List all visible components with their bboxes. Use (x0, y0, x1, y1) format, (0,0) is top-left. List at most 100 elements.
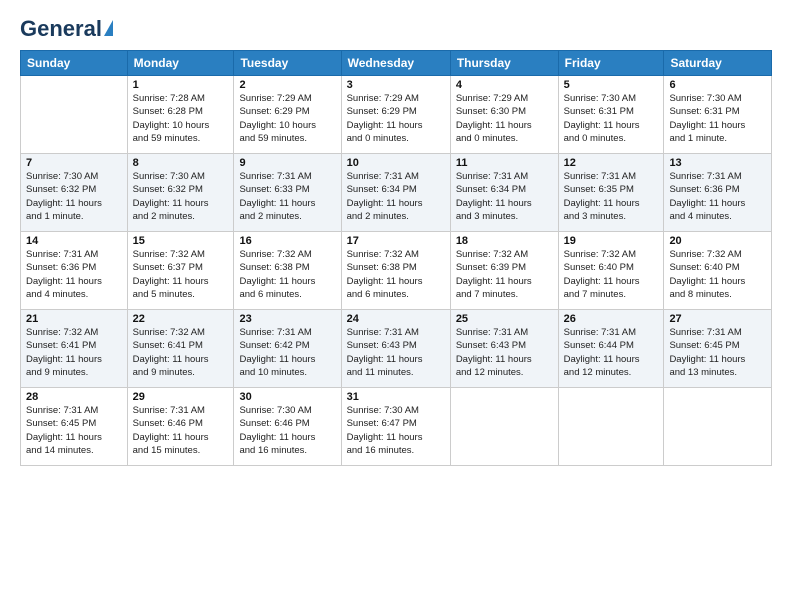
calendar-cell: 31Sunrise: 7:30 AM Sunset: 6:47 PM Dayli… (341, 388, 450, 466)
day-info: Sunrise: 7:31 AM Sunset: 6:36 PM Dayligh… (669, 170, 766, 223)
day-info: Sunrise: 7:31 AM Sunset: 6:45 PM Dayligh… (669, 326, 766, 379)
day-info: Sunrise: 7:31 AM Sunset: 6:43 PM Dayligh… (456, 326, 553, 379)
calendar-cell: 21Sunrise: 7:32 AM Sunset: 6:41 PM Dayli… (21, 310, 128, 388)
calendar-cell: 28Sunrise: 7:31 AM Sunset: 6:45 PM Dayli… (21, 388, 128, 466)
calendar-cell: 17Sunrise: 7:32 AM Sunset: 6:38 PM Dayli… (341, 232, 450, 310)
day-number: 15 (133, 235, 229, 247)
day-info: Sunrise: 7:30 AM Sunset: 6:47 PM Dayligh… (347, 404, 445, 457)
day-number: 16 (239, 235, 335, 247)
calendar-day-header: Wednesday (341, 51, 450, 76)
day-number: 21 (26, 313, 122, 325)
day-number: 17 (347, 235, 445, 247)
day-info: Sunrise: 7:31 AM Sunset: 6:42 PM Dayligh… (239, 326, 335, 379)
day-number: 1 (133, 79, 229, 91)
day-number: 12 (564, 157, 659, 169)
day-number: 13 (669, 157, 766, 169)
calendar-day-header: Friday (558, 51, 664, 76)
day-number: 6 (669, 79, 766, 91)
day-number: 5 (564, 79, 659, 91)
calendar-day-header: Sunday (21, 51, 128, 76)
calendar-cell: 2Sunrise: 7:29 AM Sunset: 6:29 PM Daylig… (234, 76, 341, 154)
logo-triangle-icon (104, 20, 113, 36)
day-number: 22 (133, 313, 229, 325)
day-number: 9 (239, 157, 335, 169)
calendar-cell: 24Sunrise: 7:31 AM Sunset: 6:43 PM Dayli… (341, 310, 450, 388)
calendar-week-row: 7Sunrise: 7:30 AM Sunset: 6:32 PM Daylig… (21, 154, 772, 232)
day-info: Sunrise: 7:32 AM Sunset: 6:40 PM Dayligh… (669, 248, 766, 301)
page: General SundayMondayTuesdayWednesdayThur… (0, 0, 792, 612)
day-info: Sunrise: 7:29 AM Sunset: 6:29 PM Dayligh… (347, 92, 445, 145)
day-number: 24 (347, 313, 445, 325)
calendar-cell: 15Sunrise: 7:32 AM Sunset: 6:37 PM Dayli… (127, 232, 234, 310)
calendar-cell: 5Sunrise: 7:30 AM Sunset: 6:31 PM Daylig… (558, 76, 664, 154)
day-number: 26 (564, 313, 659, 325)
day-number: 20 (669, 235, 766, 247)
calendar-cell: 20Sunrise: 7:32 AM Sunset: 6:40 PM Dayli… (664, 232, 772, 310)
calendar-cell: 18Sunrise: 7:32 AM Sunset: 6:39 PM Dayli… (450, 232, 558, 310)
calendar-header-row: SundayMondayTuesdayWednesdayThursdayFrid… (21, 51, 772, 76)
calendar-cell: 22Sunrise: 7:32 AM Sunset: 6:41 PM Dayli… (127, 310, 234, 388)
day-number: 31 (347, 391, 445, 403)
day-info: Sunrise: 7:31 AM Sunset: 6:44 PM Dayligh… (564, 326, 659, 379)
day-info: Sunrise: 7:29 AM Sunset: 6:29 PM Dayligh… (239, 92, 335, 145)
calendar-cell: 3Sunrise: 7:29 AM Sunset: 6:29 PM Daylig… (341, 76, 450, 154)
calendar-day-header: Monday (127, 51, 234, 76)
day-number: 25 (456, 313, 553, 325)
day-info: Sunrise: 7:32 AM Sunset: 6:41 PM Dayligh… (26, 326, 122, 379)
calendar-cell: 30Sunrise: 7:30 AM Sunset: 6:46 PM Dayli… (234, 388, 341, 466)
day-number: 27 (669, 313, 766, 325)
day-info: Sunrise: 7:30 AM Sunset: 6:32 PM Dayligh… (133, 170, 229, 223)
calendar-cell: 16Sunrise: 7:32 AM Sunset: 6:38 PM Dayli… (234, 232, 341, 310)
day-info: Sunrise: 7:32 AM Sunset: 6:38 PM Dayligh… (347, 248, 445, 301)
day-number: 11 (456, 157, 553, 169)
day-number: 8 (133, 157, 229, 169)
day-number: 18 (456, 235, 553, 247)
calendar-cell: 19Sunrise: 7:32 AM Sunset: 6:40 PM Dayli… (558, 232, 664, 310)
calendar-cell: 4Sunrise: 7:29 AM Sunset: 6:30 PM Daylig… (450, 76, 558, 154)
calendar-cell: 29Sunrise: 7:31 AM Sunset: 6:46 PM Dayli… (127, 388, 234, 466)
calendar-week-row: 1Sunrise: 7:28 AM Sunset: 6:28 PM Daylig… (21, 76, 772, 154)
calendar-week-row: 28Sunrise: 7:31 AM Sunset: 6:45 PM Dayli… (21, 388, 772, 466)
calendar-cell (21, 76, 128, 154)
calendar-cell: 9Sunrise: 7:31 AM Sunset: 6:33 PM Daylig… (234, 154, 341, 232)
calendar-cell: 7Sunrise: 7:30 AM Sunset: 6:32 PM Daylig… (21, 154, 128, 232)
day-info: Sunrise: 7:30 AM Sunset: 6:32 PM Dayligh… (26, 170, 122, 223)
day-info: Sunrise: 7:31 AM Sunset: 6:34 PM Dayligh… (456, 170, 553, 223)
day-info: Sunrise: 7:32 AM Sunset: 6:37 PM Dayligh… (133, 248, 229, 301)
calendar-cell (664, 388, 772, 466)
day-number: 23 (239, 313, 335, 325)
day-number: 2 (239, 79, 335, 91)
calendar-day-header: Saturday (664, 51, 772, 76)
day-number: 30 (239, 391, 335, 403)
day-info: Sunrise: 7:32 AM Sunset: 6:39 PM Dayligh… (456, 248, 553, 301)
calendar-table: SundayMondayTuesdayWednesdayThursdayFrid… (20, 50, 772, 466)
day-info: Sunrise: 7:28 AM Sunset: 6:28 PM Dayligh… (133, 92, 229, 145)
day-number: 3 (347, 79, 445, 91)
calendar-cell: 23Sunrise: 7:31 AM Sunset: 6:42 PM Dayli… (234, 310, 341, 388)
calendar-cell: 25Sunrise: 7:31 AM Sunset: 6:43 PM Dayli… (450, 310, 558, 388)
calendar-cell: 11Sunrise: 7:31 AM Sunset: 6:34 PM Dayli… (450, 154, 558, 232)
day-number: 28 (26, 391, 122, 403)
calendar-cell: 8Sunrise: 7:30 AM Sunset: 6:32 PM Daylig… (127, 154, 234, 232)
day-info: Sunrise: 7:32 AM Sunset: 6:41 PM Dayligh… (133, 326, 229, 379)
day-number: 4 (456, 79, 553, 91)
day-info: Sunrise: 7:31 AM Sunset: 6:45 PM Dayligh… (26, 404, 122, 457)
day-number: 10 (347, 157, 445, 169)
logo: General (20, 16, 113, 42)
calendar-cell: 27Sunrise: 7:31 AM Sunset: 6:45 PM Dayli… (664, 310, 772, 388)
day-info: Sunrise: 7:30 AM Sunset: 6:46 PM Dayligh… (239, 404, 335, 457)
day-info: Sunrise: 7:31 AM Sunset: 6:34 PM Dayligh… (347, 170, 445, 223)
calendar-cell: 13Sunrise: 7:31 AM Sunset: 6:36 PM Dayli… (664, 154, 772, 232)
calendar-cell: 6Sunrise: 7:30 AM Sunset: 6:31 PM Daylig… (664, 76, 772, 154)
day-info: Sunrise: 7:31 AM Sunset: 6:43 PM Dayligh… (347, 326, 445, 379)
calendar-cell (450, 388, 558, 466)
day-info: Sunrise: 7:32 AM Sunset: 6:38 PM Dayligh… (239, 248, 335, 301)
day-info: Sunrise: 7:31 AM Sunset: 6:46 PM Dayligh… (133, 404, 229, 457)
day-info: Sunrise: 7:32 AM Sunset: 6:40 PM Dayligh… (564, 248, 659, 301)
calendar-week-row: 21Sunrise: 7:32 AM Sunset: 6:41 PM Dayli… (21, 310, 772, 388)
day-info: Sunrise: 7:29 AM Sunset: 6:30 PM Dayligh… (456, 92, 553, 145)
day-number: 29 (133, 391, 229, 403)
calendar-cell: 10Sunrise: 7:31 AM Sunset: 6:34 PM Dayli… (341, 154, 450, 232)
day-info: Sunrise: 7:31 AM Sunset: 6:33 PM Dayligh… (239, 170, 335, 223)
calendar-day-header: Thursday (450, 51, 558, 76)
